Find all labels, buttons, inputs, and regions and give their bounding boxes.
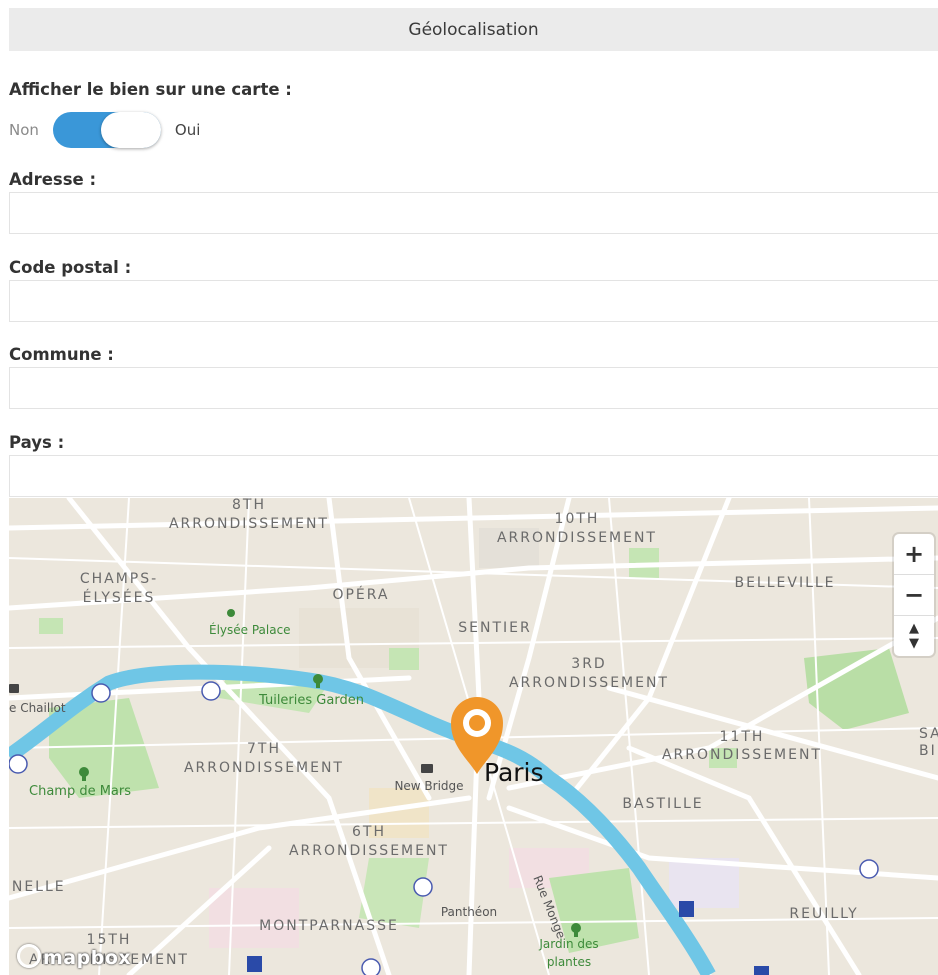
map-toggle-switch[interactable] (52, 112, 161, 148)
map[interactable]: 8TH ARRONDISSEMENT 10TH ARRONDISSEMENT C… (9, 498, 938, 975)
postal-code-input[interactable] (9, 280, 938, 322)
label-opera: OPÉRA (332, 586, 389, 603)
label-jardin2: plantes (547, 955, 591, 969)
map-zoom-controls: + − ▲▼ (894, 534, 934, 656)
label-reuilly: REUILLY (789, 906, 858, 922)
mapbox-attribution: mapbox (43, 947, 132, 969)
toggle-knob (100, 112, 161, 148)
toggle-on-label: Oui (174, 121, 201, 139)
country-input[interactable] (9, 455, 938, 497)
toggle-off-label: Non (9, 121, 39, 139)
label-montparnasse: MONTPARNASSE (259, 918, 399, 934)
label-sentier: SENTIER (458, 620, 531, 636)
label-pantheon: Panthéon (441, 905, 497, 919)
zoom-out-button[interactable]: − (894, 575, 934, 616)
zoom-in-button[interactable]: + (894, 534, 934, 575)
label-bastille: BASTILLE (622, 796, 703, 812)
label-arr10-line2: ARRONDISSEMENT (497, 530, 657, 546)
label-arr8-line1: 8TH (232, 498, 266, 513)
label-arr3-line2: ARRONDISSEMENT (509, 675, 669, 691)
label-enelle: ENELLE (9, 879, 66, 895)
address-label: Adresse : (9, 170, 97, 189)
label-arr3-line1: 3RD (571, 656, 606, 672)
mapbox-mark-icon (17, 944, 41, 968)
postal-code-label: Code postal : (9, 258, 132, 277)
label-arr7-line1: 7TH (247, 741, 281, 757)
label-arr8-line2: ARRONDISSEMENT (169, 516, 329, 532)
label-cut-bi: BI (919, 743, 937, 759)
label-arr11-line1: 11TH (720, 729, 765, 745)
label-chaillot: e Chaillot (9, 701, 66, 715)
label-belleville: BELLEVILLE (734, 575, 835, 591)
panel-title: Géolocalisation (408, 19, 539, 40)
panel-header: Géolocalisation (9, 8, 938, 51)
address-input[interactable] (9, 192, 938, 234)
label-arr10-line1: 10TH (555, 511, 600, 527)
city-input[interactable] (9, 367, 938, 409)
label-arr6-line1: 6TH (352, 824, 386, 840)
label-arr7-line2: ARRONDISSEMENT (184, 760, 344, 776)
label-champ-mars: Champ de Mars (29, 784, 131, 799)
map-canvas[interactable]: 8TH ARRONDISSEMENT 10TH ARRONDISSEMENT C… (9, 498, 938, 975)
map-toggle-label: Afficher le bien sur une carte : (9, 80, 292, 99)
label-champs2: ÉLYSÉES (83, 589, 156, 606)
compass-button[interactable]: ▲▼ (894, 616, 934, 656)
label-arr11-line2: ARRONDISSEMENT (662, 747, 822, 763)
country-label: Pays : (9, 433, 65, 452)
label-tuileries: Tuileries Garden (258, 693, 364, 708)
city-label: Commune : (9, 345, 114, 364)
mapbox-logo[interactable]: mapbox (17, 944, 131, 969)
map-toggle: Non Oui (9, 112, 200, 148)
label-cut-sa: SA (919, 726, 938, 742)
label-new-bridge: New Bridge (394, 779, 463, 793)
label-paris: Paris (484, 758, 544, 787)
label-arr6-line2: ARRONDISSEMENT (289, 843, 449, 859)
label-elysee: Élysée Palace (209, 622, 291, 637)
label-champs1: CHAMPS- (80, 571, 158, 587)
label-jardin1: Jardin des (538, 937, 598, 951)
compass-icon: ▲▼ (906, 621, 922, 651)
